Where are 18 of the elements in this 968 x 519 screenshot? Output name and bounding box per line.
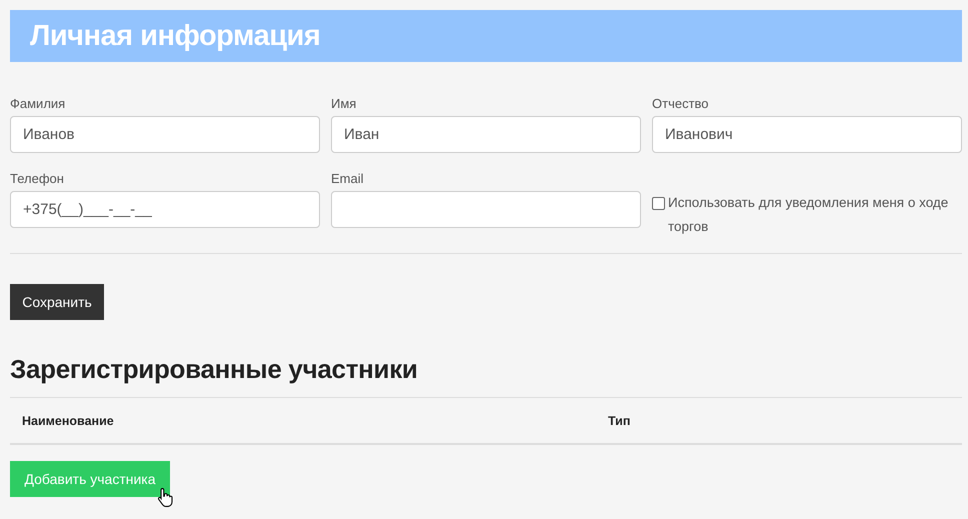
field-label: Телефон [10,171,65,188]
hand-cursor-icon [157,487,174,508]
section-heading: Зарегистрированные участники [10,354,419,385]
input-field[interactable]: Иванов [10,116,320,153]
input-field[interactable]: Иван [331,116,641,153]
input-field[interactable]: +375(__)___-__-__ [10,191,320,228]
field-label: Email [331,171,365,188]
input-field[interactable]: Иванович [652,116,962,153]
input-field[interactable] [331,191,641,228]
field-label: Имя [331,96,358,113]
page-title: Личная информация [30,20,320,52]
field-label: Отчество [652,96,710,113]
field-label: Фамилия [10,96,66,113]
save-button[interactable]: Сохранить [10,284,104,320]
checkbox-label: Использовать для уведомления меня о ходе торгов [668,194,950,236]
column-header: Наименование [21,414,115,428]
checkbox[interactable] [652,197,665,210]
column-header: Тип [608,414,630,428]
